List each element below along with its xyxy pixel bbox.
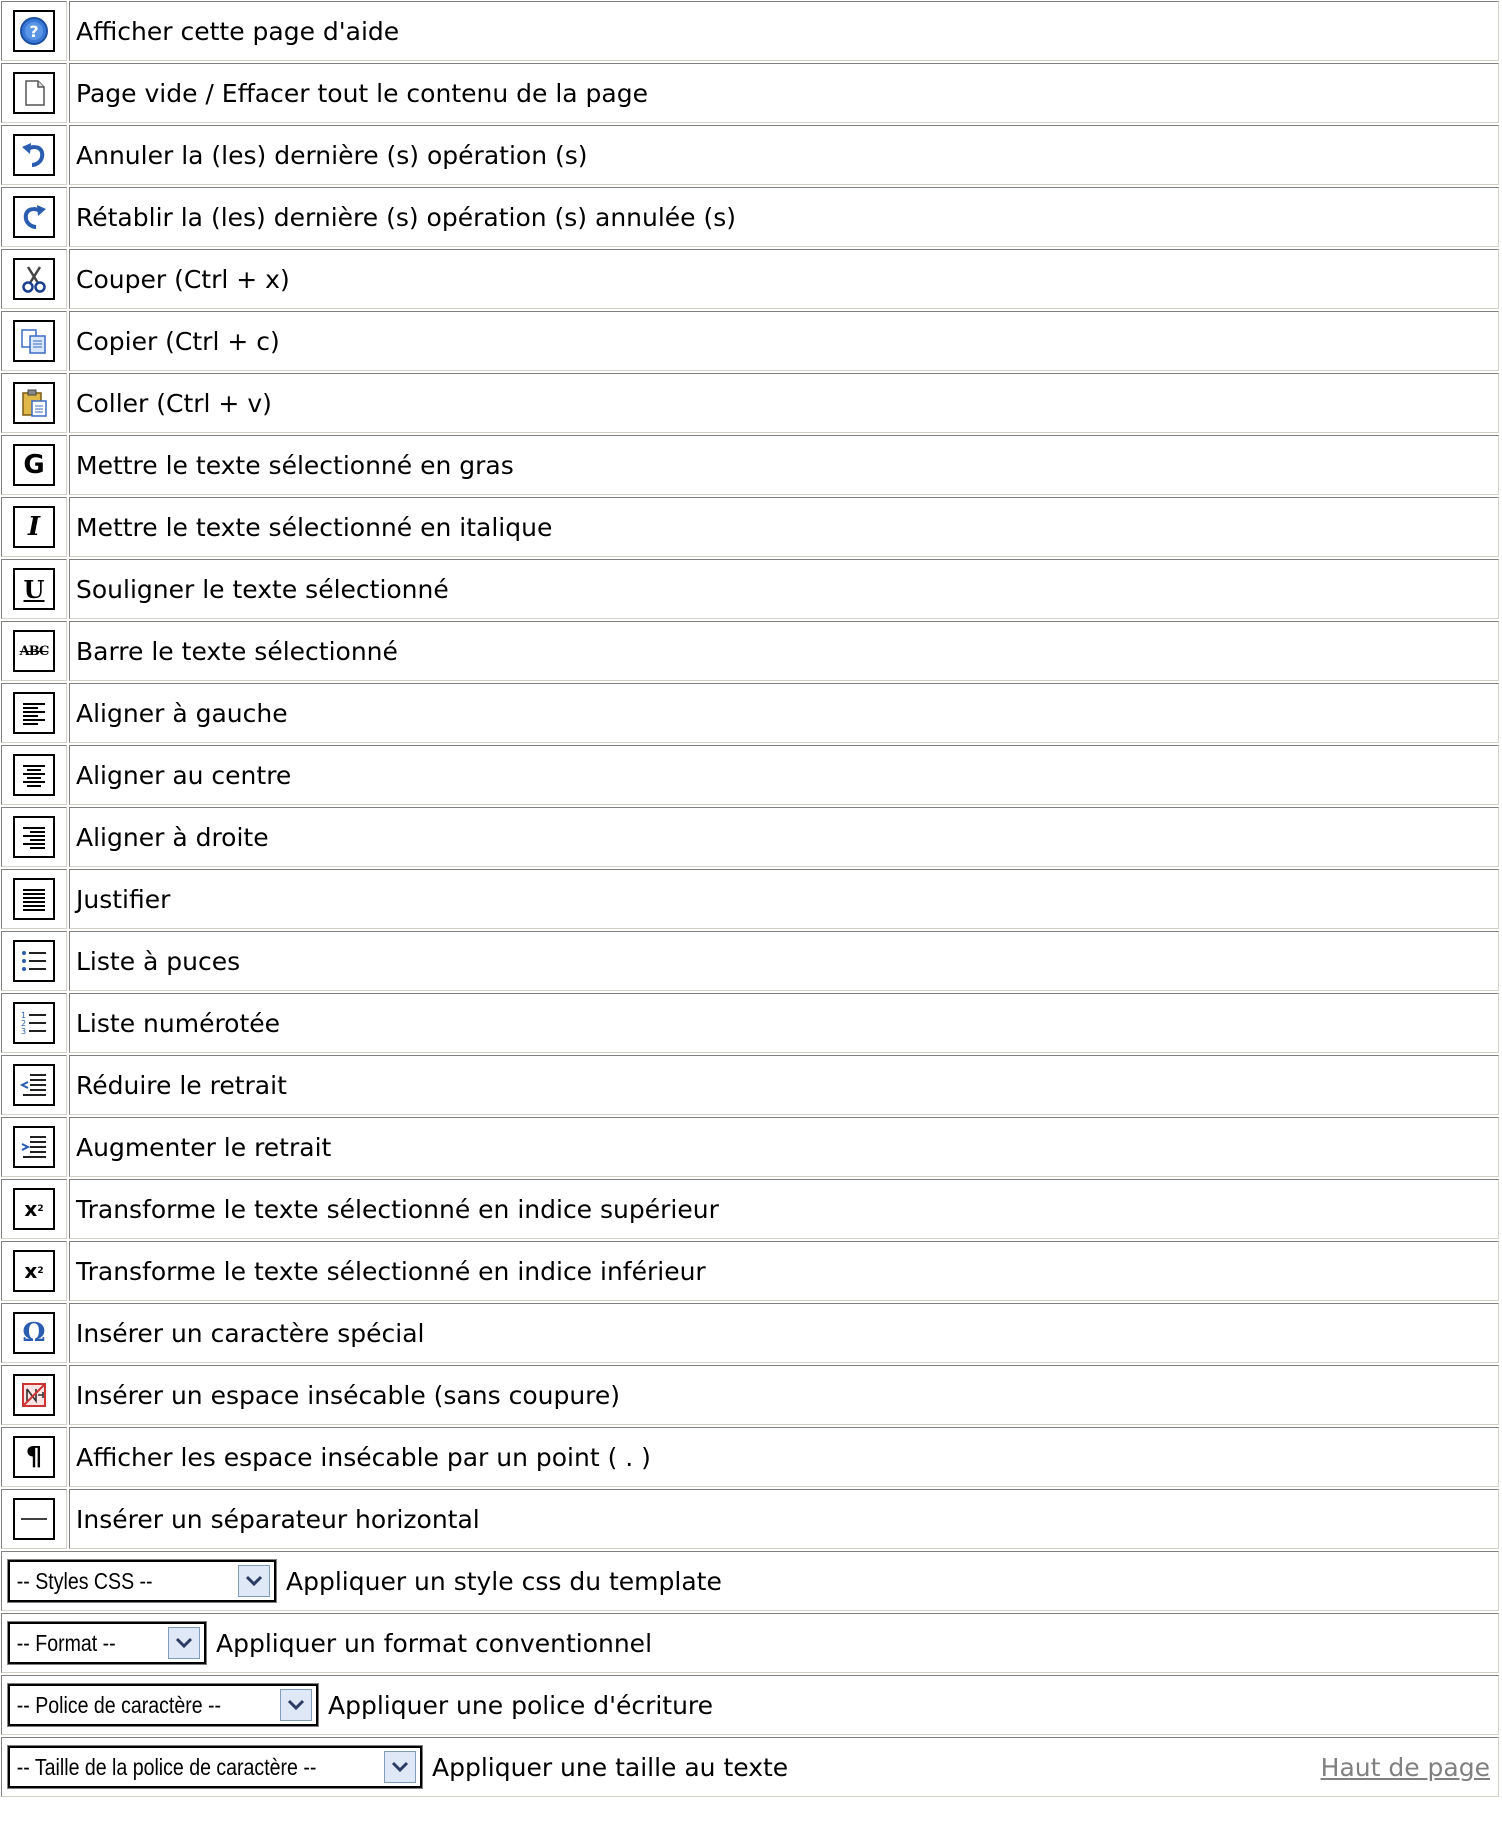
horizontal-rule-icon [13,1498,55,1540]
table-row: U Souligner le texte sélectionné [1,559,1499,619]
row-description: Page vide / Effacer tout le contenu de l… [69,63,1499,123]
chevron-down-icon[interactable] [168,1627,200,1659]
row-description: Appliquer un style css du template [286,1566,722,1596]
cut-icon [13,258,55,300]
row-description: Transforme le texte sélectionné en indic… [69,1179,1499,1239]
table-row: Justifier [1,869,1499,929]
table-row: Couper (Ctrl + x) [1,249,1499,309]
table-row: Page vide / Effacer tout le contenu de l… [1,63,1499,123]
table-row: x2 Transforme le texte sélectionné en in… [1,1179,1499,1239]
row-description: Afficher cette page d'aide [69,1,1499,61]
table-row: Annuler la (les) dernière (s) opération … [1,125,1499,185]
row-description: Mettre le texte sélectionné en gras [69,435,1499,495]
font-size-select[interactable]: -- Taille de la police de caractère -- [7,1745,423,1789]
nbsp-icon [13,1374,55,1416]
bold-icon: G [13,444,55,486]
table-row: Rétablir la (les) dernière (s) opération… [1,187,1499,247]
row-description: Augmenter le retrait [69,1117,1499,1177]
table-row: Aligner au centre [1,745,1499,805]
table-row: ¶ Afficher les espace insécable par un p… [1,1427,1499,1487]
paste-icon [13,382,55,424]
font-family-select[interactable]: -- Police de caractère -- [7,1683,319,1727]
row-description: Appliquer une taille au texte [432,1752,789,1782]
align-center-icon [13,754,55,796]
row-description: Annuler la (les) dernière (s) opération … [69,125,1499,185]
align-left-icon [13,692,55,734]
toolbar-help-table: ? Afficher cette page d'aide Page vide /… [0,0,1501,1799]
table-row: I Mettre le texte sélectionné en italiqu… [1,497,1499,557]
redo-icon [13,196,55,238]
copy-icon [13,320,55,362]
row-description: Insérer un séparateur horizontal [69,1489,1499,1549]
chevron-down-icon[interactable] [238,1565,270,1597]
table-row: Ω Insérer un caractère spécial [1,1303,1499,1363]
table-row: -- Taille de la police de caractère -- A… [1,1737,1499,1797]
row-description: Souligner le texte sélectionné [69,559,1499,619]
row-description: Aligner à gauche [69,683,1499,743]
justify-icon [13,878,55,920]
row-description: Afficher les espace insécable par un poi… [69,1427,1499,1487]
row-description: Coller (Ctrl + v) [69,373,1499,433]
table-row: Insérer un espace insécable (sans coupur… [1,1365,1499,1425]
row-description: Liste à puces [69,931,1499,991]
outdent-icon [13,1064,55,1106]
special-char-icon: Ω [13,1312,55,1354]
subscript-icon: x2 [13,1250,55,1292]
italic-icon: I [13,506,55,548]
superscript-icon: x2 [13,1188,55,1230]
strikethrough-icon: ABC [13,630,55,672]
row-description: Liste numérotée [69,993,1499,1053]
row-description: Barre le texte sélectionné [69,621,1499,681]
numbered-list-icon: 123 [13,1002,55,1044]
help-icon: ? [13,10,55,52]
table-row: x2 Transforme le texte sélectionné en in… [1,1241,1499,1301]
svg-text:3: 3 [21,1027,26,1036]
align-right-icon [13,816,55,858]
back-to-top-link[interactable]: Haut de page [1321,1753,1490,1782]
pilcrow-icon: ¶ [13,1436,55,1478]
indent-icon [13,1126,55,1168]
table-row: ABC Barre le texte sélectionné [1,621,1499,681]
underline-icon: U [13,568,55,610]
row-description: Insérer un espace insécable (sans coupur… [69,1365,1499,1425]
table-row: -- Styles CSS -- Appliquer un style css … [1,1551,1499,1611]
bullet-list-icon [13,940,55,982]
table-row: Aligner à droite [1,807,1499,867]
row-description: Aligner à droite [69,807,1499,867]
row-description: Aligner au centre [69,745,1499,805]
undo-icon [13,134,55,176]
table-row: -- Format -- Appliquer un format convent… [1,1613,1499,1673]
format-select[interactable]: -- Format -- [7,1621,207,1665]
table-row: G Mettre le texte sélectionné en gras [1,435,1499,495]
table-row: Insérer un séparateur horizontal [1,1489,1499,1549]
new-page-icon [13,72,55,114]
styles-css-select[interactable]: -- Styles CSS -- [7,1559,277,1603]
row-description: Insérer un caractère spécial [69,1303,1499,1363]
table-row: ? Afficher cette page d'aide [1,1,1499,61]
svg-text:?: ? [29,22,38,41]
table-row: Coller (Ctrl + v) [1,373,1499,433]
row-description: Justifier [69,869,1499,929]
row-description: Rétablir la (les) dernière (s) opération… [69,187,1499,247]
table-row: 123 Liste numérotée [1,993,1499,1053]
table-row: -- Police de caractère -- Appliquer une … [1,1675,1499,1735]
row-description: Réduire le retrait [69,1055,1499,1115]
row-description: Mettre le texte sélectionné en italique [69,497,1499,557]
row-description: Transforme le texte sélectionné en indic… [69,1241,1499,1301]
table-row: Copier (Ctrl + c) [1,311,1499,371]
chevron-down-icon[interactable] [280,1689,312,1721]
table-row: Réduire le retrait [1,1055,1499,1115]
row-description: Appliquer un format conventionnel [216,1628,653,1658]
table-row: Liste à puces [1,931,1499,991]
table-row: Augmenter le retrait [1,1117,1499,1177]
table-row: Aligner à gauche [1,683,1499,743]
row-description: Copier (Ctrl + c) [69,311,1499,371]
chevron-down-icon[interactable] [384,1751,416,1783]
row-description: Appliquer une police d'écriture [328,1690,714,1720]
row-description: Couper (Ctrl + x) [69,249,1499,309]
